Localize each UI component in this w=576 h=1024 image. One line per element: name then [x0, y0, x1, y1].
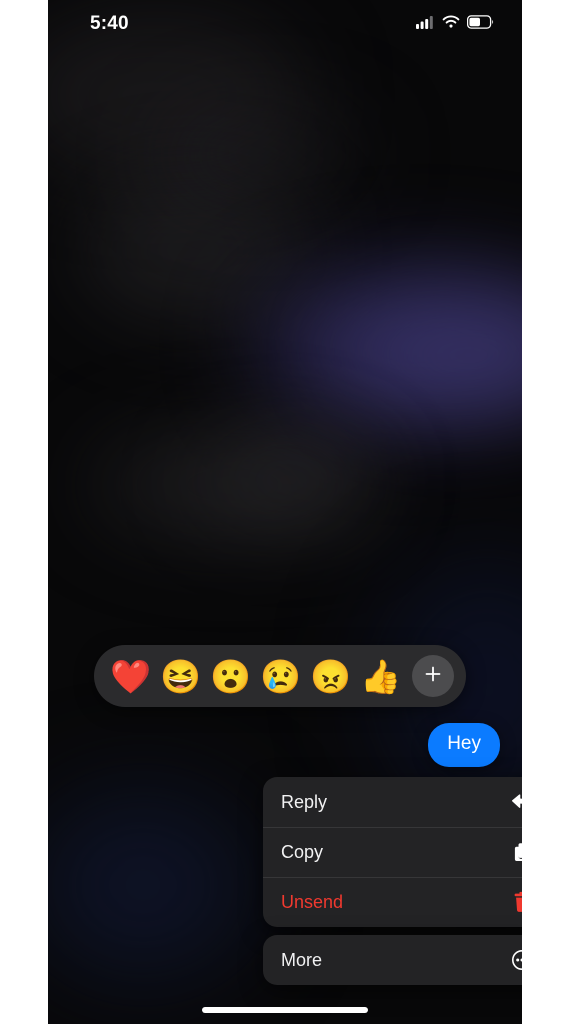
menu-item-label: Reply — [281, 791, 328, 812]
trash-icon — [510, 890, 522, 914]
plus-icon — [423, 664, 443, 689]
reaction-bar[interactable]: ❤️ 😆 😮 😢 😠 👍 — [94, 645, 466, 707]
cellular-signal-icon — [416, 15, 435, 34]
reaction-thumbs-up[interactable]: 👍 — [356, 652, 405, 701]
wifi-icon — [442, 15, 460, 34]
status-bar: 5:40 — [48, 0, 522, 48]
message-bubble-outgoing[interactable]: Hey — [428, 723, 500, 767]
phone-screen: 5:40 ❤️ 😆 😮 😢 😠 👍 Hey Reply Copy Unsend … — [48, 0, 522, 1024]
menu-item-label: Unsend — [281, 891, 344, 912]
status-bar-icons — [416, 14, 494, 34]
battery-icon — [466, 14, 494, 34]
reply-arrow-icon — [510, 790, 522, 814]
context-menu-group-primary: Reply Copy Unsend — [263, 777, 522, 927]
context-menu: Reply Copy Unsend More — [263, 777, 522, 985]
menu-item-copy[interactable]: Copy — [263, 827, 522, 877]
status-bar-time: 5:40 — [90, 13, 129, 34]
context-menu-group-secondary: More — [263, 935, 522, 985]
menu-item-label: More — [281, 949, 323, 970]
menu-item-more[interactable]: More — [263, 935, 522, 985]
menu-item-reply[interactable]: Reply — [263, 777, 522, 827]
reaction-angry[interactable]: 😠 — [306, 652, 355, 701]
menu-item-unsend[interactable]: Unsend — [263, 877, 522, 927]
copy-documents-icon — [510, 840, 522, 864]
add-reaction-button[interactable] — [412, 655, 454, 697]
reaction-sad[interactable]: 😢 — [256, 652, 305, 701]
reaction-heart[interactable]: ❤️ — [106, 652, 155, 701]
reaction-laughing[interactable]: 😆 — [156, 652, 205, 701]
menu-item-label: Copy — [281, 841, 324, 862]
reaction-surprised[interactable]: 😮 — [206, 652, 255, 701]
ellipsis-circle-icon — [510, 948, 522, 972]
home-indicator[interactable] — [202, 1007, 368, 1013]
